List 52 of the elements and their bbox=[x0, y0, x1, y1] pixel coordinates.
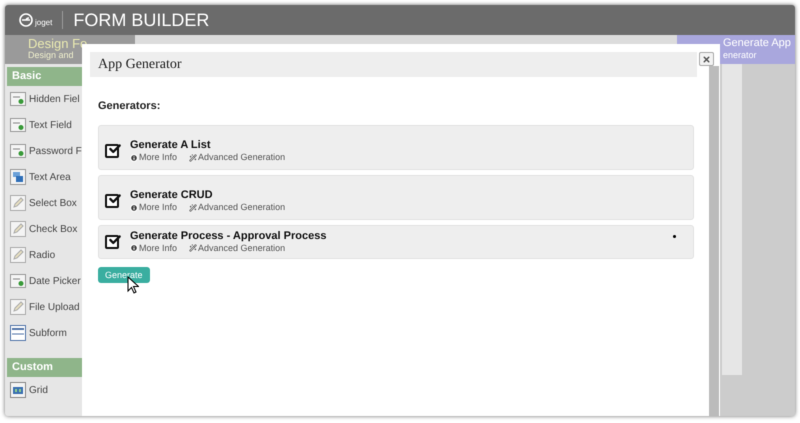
field-icon bbox=[10, 144, 26, 158]
palette-item[interactable]: Text Field bbox=[7, 112, 82, 138]
more-info-link[interactable]: More Info bbox=[130, 153, 178, 162]
palette-item[interactable]: Select Box bbox=[7, 190, 82, 216]
logo-icon bbox=[19, 13, 33, 27]
pencil-icon bbox=[10, 195, 26, 211]
palette-item[interactable]: Hidden Fiel bbox=[7, 86, 82, 112]
palette-item[interactable]: Grid bbox=[7, 377, 82, 403]
close-button[interactable] bbox=[699, 52, 714, 66]
pencil-icon bbox=[10, 247, 26, 263]
subform-icon bbox=[10, 325, 26, 341]
wand-icon bbox=[189, 244, 198, 252]
more-info-link[interactable]: More Info bbox=[130, 203, 178, 212]
grid-icon bbox=[10, 382, 26, 398]
palette-item[interactable]: Text Area bbox=[7, 164, 82, 190]
advanced-generation-link[interactable]: Advanced Generation bbox=[189, 153, 286, 162]
text-area-icon bbox=[10, 169, 26, 185]
field-icon bbox=[10, 118, 26, 132]
palette-item[interactable]: Date Picker bbox=[7, 268, 82, 294]
pencil-icon bbox=[10, 221, 26, 237]
generator-label: Generate A List bbox=[130, 140, 212, 151]
checkbox[interactable] bbox=[105, 194, 119, 208]
pencil-icon bbox=[10, 299, 26, 315]
tab-subtitle: Design and bbox=[28, 51, 75, 60]
palette-item[interactable]: Check Box bbox=[7, 216, 82, 242]
field-icon bbox=[10, 92, 26, 106]
app-title: FORM BUILDER bbox=[73, 8, 210, 32]
scrollbar[interactable] bbox=[709, 66, 719, 416]
tab-title: Generate App bbox=[723, 38, 791, 49]
palette-item[interactable]: File Upload bbox=[7, 294, 82, 320]
wand-icon bbox=[189, 154, 198, 162]
tab-subtitle: enerator bbox=[723, 51, 757, 60]
palette-heading: Basic bbox=[7, 67, 82, 86]
generator-label: Generate CRUD bbox=[130, 190, 214, 201]
info-icon bbox=[130, 204, 138, 212]
field-icon bbox=[10, 274, 26, 288]
checkbox[interactable] bbox=[105, 234, 119, 248]
info-icon bbox=[130, 154, 138, 162]
logo-text: joget bbox=[35, 17, 52, 29]
palette-item[interactable]: Password F bbox=[7, 138, 82, 164]
info-icon bbox=[130, 244, 138, 252]
close-icon bbox=[702, 54, 711, 64]
palette-heading: Custom bbox=[7, 358, 82, 377]
checkbox[interactable] bbox=[105, 144, 119, 158]
more-info-link[interactable]: More Info bbox=[130, 244, 178, 252]
palette-item[interactable]: Subform bbox=[7, 320, 82, 346]
advanced-generation-link[interactable]: Advanced Generation bbox=[189, 203, 286, 212]
advanced-generation-link[interactable]: Advanced Generation bbox=[189, 244, 286, 252]
palette-item[interactable]: Radio bbox=[7, 242, 82, 268]
wand-icon bbox=[189, 204, 198, 212]
section-label: Generators: bbox=[98, 99, 162, 114]
generator-label: Generate Process - Approval Process bbox=[130, 230, 326, 242]
